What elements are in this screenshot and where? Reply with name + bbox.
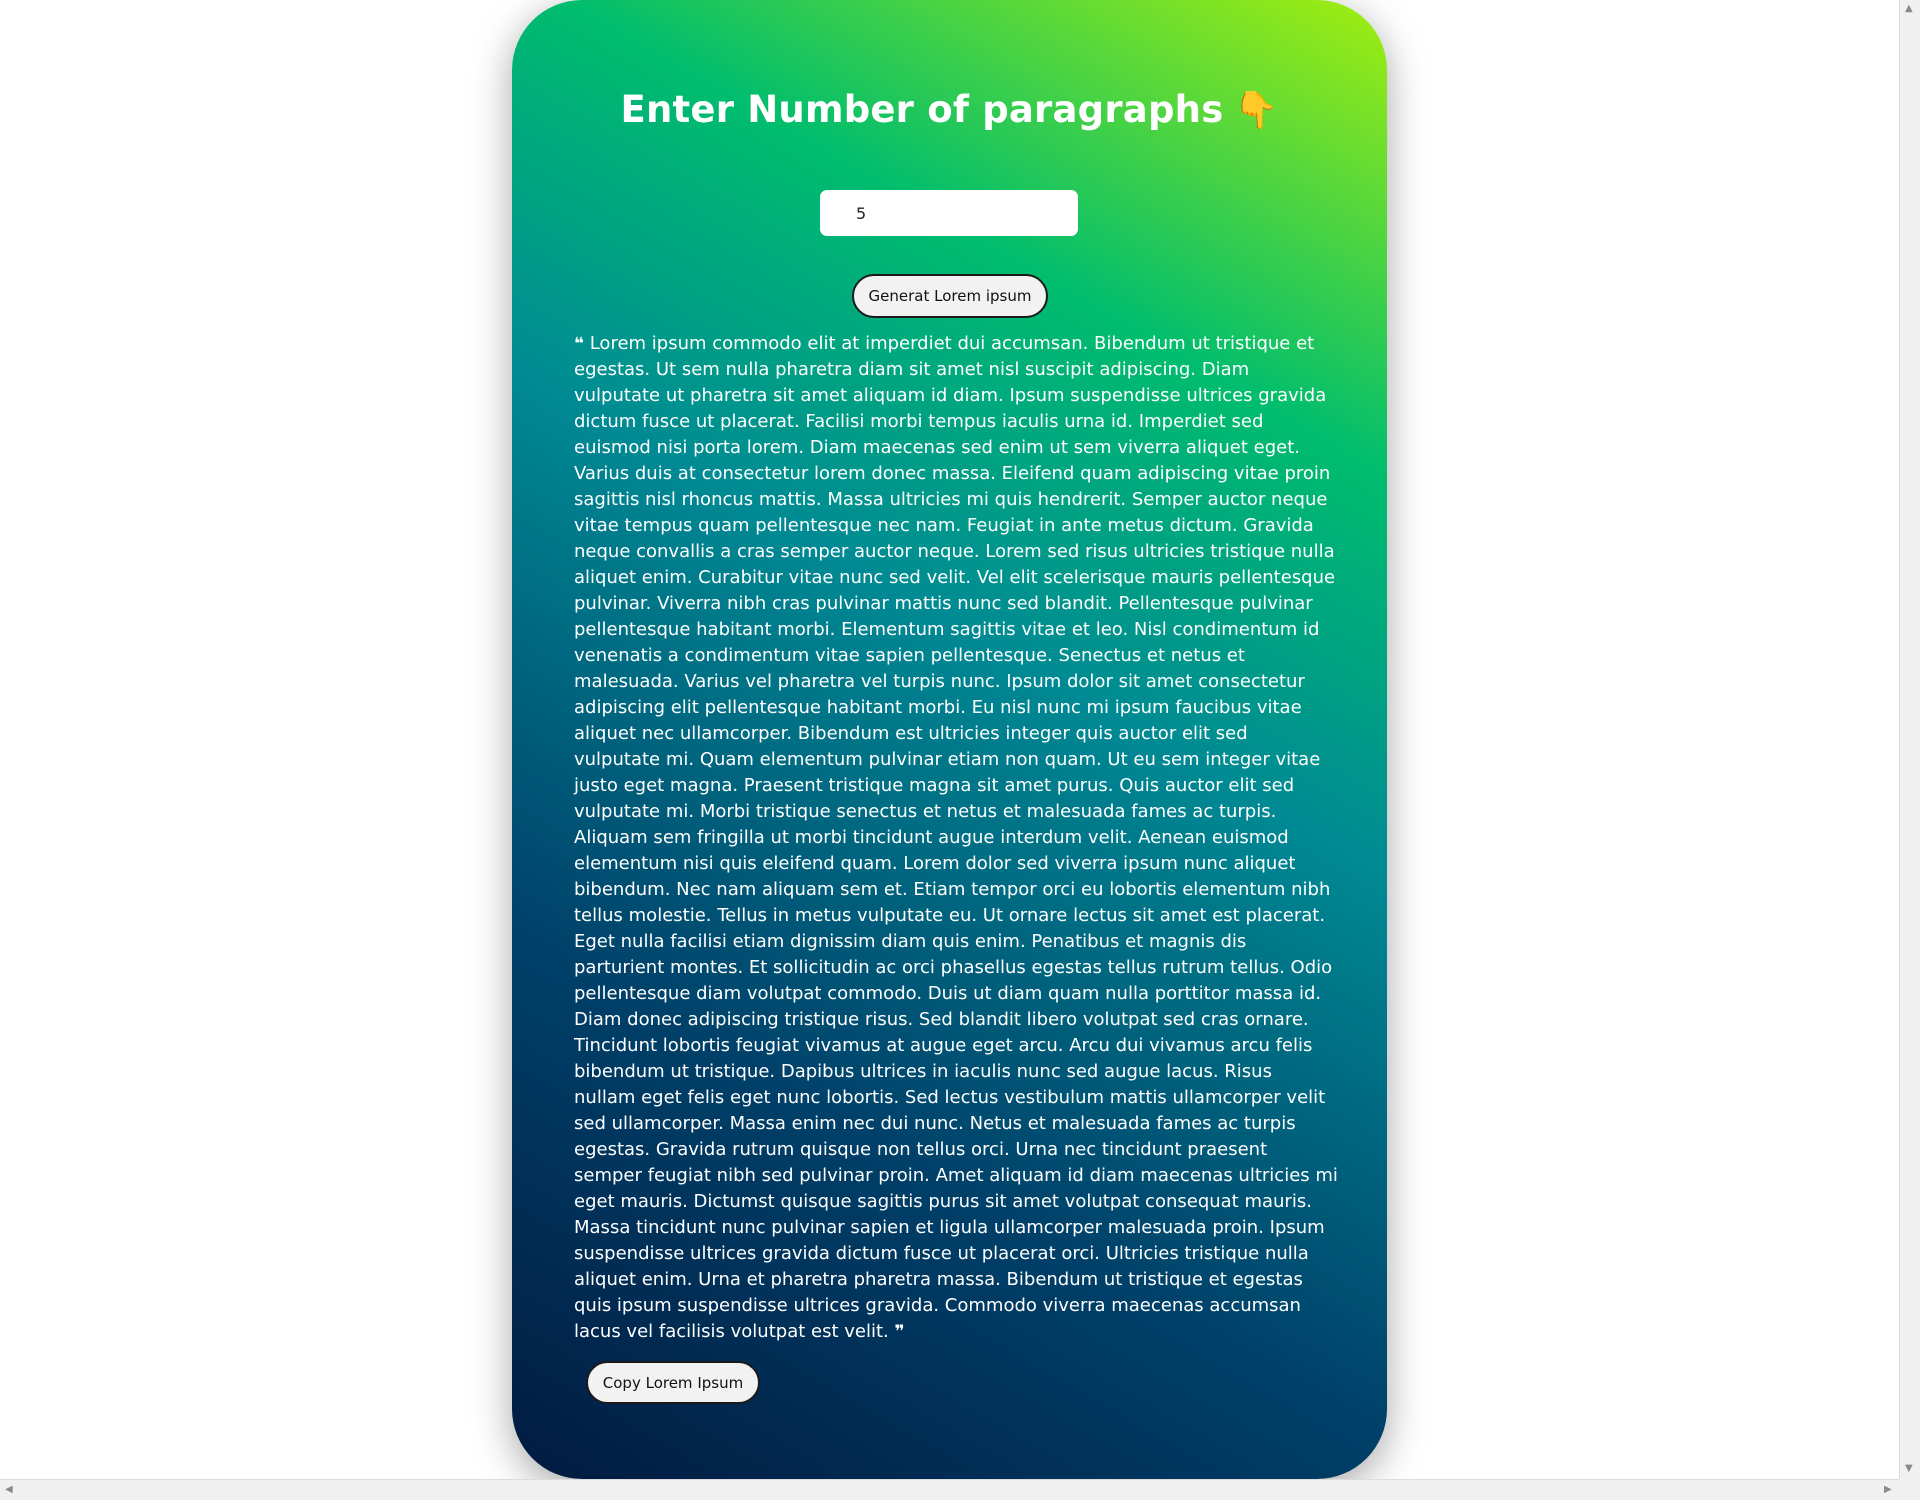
open-quote-icon: ❝ xyxy=(574,334,584,354)
scroll-right-icon[interactable]: ▶ xyxy=(1884,1485,1892,1495)
scrollbar-corner xyxy=(1899,1479,1920,1500)
vertical-scrollbar[interactable]: ▲ ▼ xyxy=(1899,0,1920,1479)
page-title-text: Enter Number of paragraphs xyxy=(620,88,1224,131)
horizontal-scrollbar[interactable]: ◀ ▶ xyxy=(0,1479,1899,1500)
scroll-down-icon[interactable]: ▼ xyxy=(1905,1464,1913,1474)
page-viewport: Enter Number of paragraphs👇 Generat Lore… xyxy=(0,0,1899,1479)
copy-lorem-button[interactable]: Copy Lorem Ipsum xyxy=(586,1361,760,1404)
close-quote-icon: ❞ xyxy=(894,1322,905,1342)
generate-lorem-button[interactable]: Generat Lorem ipsum xyxy=(852,274,1048,318)
page-title: Enter Number of paragraphs 👇 xyxy=(512,88,1387,131)
lorem-output: ❝ Lorem ipsum commodo elit at imperdiet … xyxy=(574,331,1338,1345)
lorem-output-text: Lorem ipsum commodo elit at imperdiet du… xyxy=(574,333,1338,1342)
scroll-left-icon[interactable]: ◀ xyxy=(5,1485,13,1495)
scroll-up-icon[interactable]: ▲ xyxy=(1905,4,1913,14)
paragraph-count-input[interactable] xyxy=(820,190,1078,236)
generator-card: Enter Number of paragraphs👇 Generat Lore… xyxy=(512,0,1387,1479)
pointing-down-icon: 👇 xyxy=(1233,90,1279,131)
